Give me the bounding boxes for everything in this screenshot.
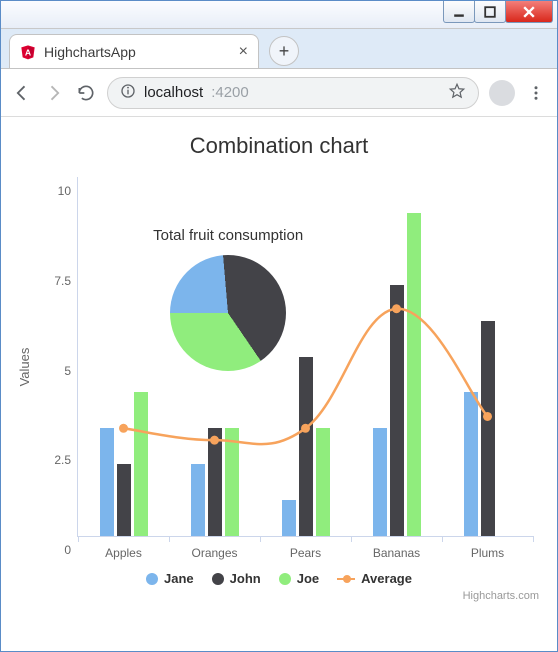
y-tick-label: 0 — [41, 543, 71, 557]
tab-title: HighchartsApp — [44, 44, 231, 60]
url-port: :4200 — [211, 84, 249, 101]
chart-title: Combination chart — [7, 133, 551, 159]
y-tick-label: 5 — [41, 364, 71, 378]
reload-button[interactable] — [75, 82, 97, 104]
legend-item-john[interactable]: John — [212, 571, 261, 586]
bar-joe[interactable] — [316, 428, 330, 536]
y-tick-label: 7.5 — [41, 274, 71, 288]
bookmark-star-icon[interactable] — [448, 82, 466, 104]
url-host: localhost — [144, 84, 203, 101]
legend-swatch-icon — [279, 573, 291, 585]
browser-window: A HighchartsApp × + localhost :4200 — [0, 0, 558, 652]
bar-john[interactable] — [208, 428, 222, 536]
legend-item-jane[interactable]: Jane — [146, 571, 194, 586]
kebab-menu-icon[interactable] — [525, 82, 547, 104]
window-buttons — [444, 1, 553, 23]
bar-john[interactable] — [117, 464, 131, 536]
x-tick-label: Apples — [105, 546, 142, 560]
bar-john[interactable] — [481, 321, 495, 536]
bar-joe[interactable] — [134, 392, 148, 536]
bar-jane[interactable] — [282, 500, 296, 536]
legend-label: Jane — [164, 571, 194, 586]
x-tick-label: Plums — [471, 546, 504, 560]
y-tick-label: 10 — [41, 184, 71, 198]
bar-john[interactable] — [390, 285, 404, 536]
legend-line-icon — [337, 574, 355, 584]
pie-chart[interactable] — [170, 255, 286, 371]
chart-plot: Values Apples Oranges Pears Bananas Plums Tot… — [7, 167, 551, 567]
minimize-button[interactable] — [443, 1, 475, 23]
category-group — [464, 321, 512, 536]
tab-strip: A HighchartsApp × + — [1, 29, 557, 69]
y-tick-label: 2.5 — [41, 453, 71, 467]
bar-jane[interactable] — [100, 428, 114, 536]
chart-legend: Jane John Joe Average — [7, 571, 551, 586]
x-tick-label: Bananas — [373, 546, 420, 560]
legend-label: John — [230, 571, 261, 586]
legend-label: Average — [361, 571, 412, 586]
new-tab-button[interactable]: + — [269, 36, 299, 66]
close-tab-icon[interactable]: × — [239, 43, 248, 61]
category-group — [282, 357, 330, 537]
pie-title: Total fruit consumption — [153, 227, 303, 244]
bar-john[interactable] — [299, 357, 313, 537]
profile-avatar[interactable] — [489, 80, 515, 106]
svg-text:A: A — [25, 47, 32, 57]
legend-item-average[interactable]: Average — [337, 571, 412, 586]
category-group — [100, 392, 148, 536]
legend-swatch-icon — [146, 573, 158, 585]
bar-jane[interactable] — [191, 464, 205, 536]
legend-swatch-icon — [212, 573, 224, 585]
maximize-button[interactable] — [474, 1, 506, 23]
x-tick-label: Oranges — [191, 546, 237, 560]
category-group — [373, 213, 421, 536]
legend-label: Joe — [297, 571, 319, 586]
y-axis-label: Values — [17, 348, 32, 387]
angular-icon: A — [20, 44, 36, 60]
category-group — [191, 428, 239, 536]
browser-toolbar: localhost :4200 — [1, 69, 557, 117]
chart-credits[interactable]: Highcharts.com — [7, 586, 551, 606]
bar-joe[interactable] — [225, 428, 239, 536]
bar-jane[interactable] — [373, 428, 387, 536]
close-button[interactable] — [505, 1, 553, 23]
bar-jane[interactable] — [464, 392, 478, 536]
browser-tab[interactable]: A HighchartsApp × — [9, 34, 259, 68]
address-bar[interactable]: localhost :4200 — [107, 77, 479, 109]
x-tick-label: Pears — [290, 546, 321, 560]
site-info-icon[interactable] — [120, 83, 136, 103]
bar-joe[interactable] — [407, 213, 421, 536]
window-titlebar — [1, 1, 557, 29]
forward-button[interactable] — [43, 82, 65, 104]
back-button[interactable] — [11, 82, 33, 104]
page-content: Combination chart Values Apples Oranges Pe… — [1, 117, 557, 651]
legend-item-joe[interactable]: Joe — [279, 571, 319, 586]
